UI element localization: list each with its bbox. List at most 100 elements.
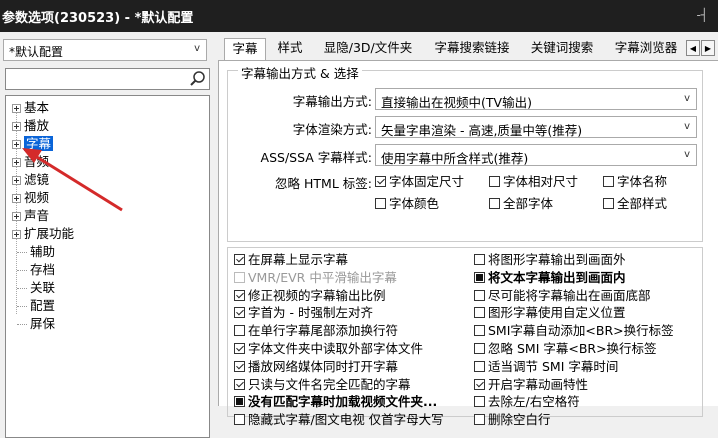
ass-style-select[interactable]: 使用字幕中所含样式(推荐) v [375, 144, 697, 166]
checkbox-box[interactable] [234, 378, 245, 390]
checkbox-label: 图形字幕使用自定义位置 [488, 305, 626, 321]
checkbox-label: 字体相对尺寸 [503, 174, 579, 189]
checkbox-label: SMI字幕自动添加<BR>换行标签 [488, 323, 674, 339]
expand-icon[interactable] [12, 230, 21, 239]
option-checkbox[interactable]: 图形字幕使用自定义位置 [474, 304, 626, 322]
option-checkbox[interactable]: 将图形字幕输出到画面外 [474, 251, 626, 269]
checkbox-box[interactable] [474, 271, 485, 283]
tab-next-button[interactable]: ▶ [701, 40, 715, 56]
option-checkbox[interactable]: 在屏幕上显示字幕 [234, 251, 348, 269]
font-render-select[interactable]: 矢量字串渲染 - 高速,质量中等(推荐) v [375, 116, 697, 138]
tree-connector [17, 252, 27, 253]
option-checkbox[interactable]: 在单行字幕尾部添加换行符 [234, 322, 398, 340]
subtitle-settings-panel: 字幕输出方式 & 选择 字幕输出方式: 直接输出在视频中(TV输出) v 字体渲… [218, 60, 718, 427]
checkbox-label: 全部字体 [503, 196, 554, 211]
checkbox-box[interactable] [375, 176, 386, 187]
output-mode-select[interactable]: 直接输出在视频中(TV输出) v [375, 88, 697, 110]
tab-keyword-search[interactable]: 关键词搜索 [522, 38, 602, 60]
checkbox-box[interactable] [234, 414, 245, 426]
checkbox-box[interactable] [489, 198, 500, 209]
checkbox-box[interactable] [603, 176, 614, 187]
preset-select[interactable]: *默认配置 v [3, 39, 207, 61]
checkbox-box[interactable] [234, 289, 245, 301]
option-checkbox[interactable]: 尽可能将字幕输出在画面底部 [474, 287, 651, 305]
checkbox-box[interactable] [474, 254, 485, 265]
html-ignore-checkbox[interactable]: 字体颜色 [375, 195, 439, 213]
option-checkbox[interactable]: 删除空白行 [474, 411, 551, 429]
tab-prev-button[interactable]: ◀ [686, 40, 700, 56]
checkbox-box[interactable] [234, 307, 245, 319]
checkbox-box[interactable] [474, 343, 485, 354]
option-checkbox[interactable]: 只读与文件名完全匹配的字幕 [234, 376, 411, 394]
option-checkbox[interactable]: 适当调节 SMI 字幕时间 [474, 358, 618, 376]
expand-icon[interactable] [12, 176, 21, 185]
option-checkbox[interactable]: 隐藏式字幕/图文电视 仅首字母大写 [234, 411, 444, 429]
checkbox-box[interactable] [474, 378, 485, 390]
search-input[interactable] [9, 70, 188, 90]
tab-subtitle-search-links[interactable]: 字幕搜索链接 [426, 38, 518, 60]
search-icon[interactable] [189, 70, 207, 88]
option-checkbox[interactable]: 没有匹配字幕时加载视频文件夹... [234, 393, 437, 411]
option-checkbox[interactable]: 开启字幕动画特性 [474, 376, 588, 394]
tab-visibility-3d-folder[interactable]: 显隐/3D/文件夹 [314, 38, 422, 60]
tree-item[interactable]: 滤镜 [12, 171, 49, 189]
checkbox-box[interactable] [474, 289, 485, 301]
tree-item[interactable]: 扩展功能 [12, 225, 74, 243]
html-ignore-checkbox[interactable]: 全部字体 [489, 195, 553, 213]
html-ignore-checkbox[interactable]: 全部样式 [603, 195, 667, 213]
option-checkbox[interactable]: 修正视频的字幕输出比例 [234, 287, 386, 305]
tree-item[interactable]: 声音 [12, 207, 49, 225]
checkbox-box[interactable] [603, 198, 614, 209]
expand-icon[interactable] [12, 212, 21, 221]
option-checkbox[interactable]: 字体文件夹中读取外部字体文件 [234, 340, 423, 358]
tree-item[interactable]: 视频 [12, 189, 49, 207]
options-group: 在屏幕上显示字幕 VMR/EVR 中平滑输出字幕 修正视频的字幕输出比例 字首为 - … [227, 247, 703, 427]
tree-item-label: 存档 [30, 262, 56, 277]
tree-item[interactable]: 配置 [17, 297, 55, 315]
option-checkbox[interactable]: 字首为 - 时强制左对齐 [234, 304, 373, 322]
tree-item[interactable]: 音频 [12, 153, 49, 171]
option-checkbox[interactable]: 忽略 SMI 字幕<BR>换行标签 [474, 340, 657, 358]
tree-item[interactable]: 字幕 [12, 135, 54, 153]
checkbox-box[interactable] [375, 198, 386, 209]
expand-icon[interactable] [12, 122, 21, 131]
tab-subtitle[interactable]: 字幕 [224, 38, 266, 60]
option-checkbox[interactable]: 将文本字幕输出到画面内 [474, 269, 626, 287]
option-checkbox[interactable]: VMR/EVR 中平滑输出字幕 [234, 269, 397, 287]
checkbox-box[interactable] [474, 307, 485, 319]
checkbox-box[interactable] [489, 176, 500, 187]
checkbox-label: 字体文件夹中读取外部字体文件 [248, 341, 424, 356]
option-checkbox[interactable]: SMI字幕自动添加<BR>换行标签 [474, 322, 674, 340]
checkbox-box[interactable] [474, 414, 485, 426]
checkbox-box[interactable] [234, 360, 245, 372]
expand-icon[interactable] [12, 104, 21, 113]
checkbox-label: 字体颜色 [389, 196, 440, 211]
chevron-down-icon: v [194, 43, 200, 54]
expand-icon[interactable] [12, 158, 21, 167]
checkbox-box[interactable] [234, 343, 245, 354]
html-ignore-label: 忽略 HTML 标签: [275, 176, 372, 191]
expand-icon[interactable] [12, 194, 21, 203]
expand-icon[interactable] [12, 140, 21, 149]
tree-item[interactable]: 存档 [17, 261, 55, 279]
checkbox-box[interactable] [474, 360, 485, 372]
tab-subtitle-browser[interactable]: 字幕浏览器 [606, 38, 686, 60]
option-checkbox[interactable]: 去除左/右空格符 [474, 393, 580, 411]
tree-item[interactable]: 辅助 [17, 243, 55, 261]
tree-item[interactable]: 屏保 [17, 315, 55, 333]
checkbox-box[interactable] [234, 325, 245, 337]
tab-style[interactable]: 样式 [270, 38, 310, 60]
checkbox-box[interactable] [234, 271, 245, 283]
pin-icon[interactable]: -┤ [696, 8, 708, 22]
html-ignore-checkbox[interactable]: 字体名称 [603, 173, 667, 191]
checkbox-box[interactable] [474, 325, 485, 337]
ass-style-label: ASS/SSA 字幕样式: [260, 150, 372, 165]
html-ignore-checkbox[interactable]: 字体固定尺寸 [375, 173, 464, 191]
option-checkbox[interactable]: 播放网络媒体同时打开字幕 [234, 358, 398, 376]
tree-item[interactable]: 基本 [12, 99, 49, 117]
tree-item[interactable]: 播放 [12, 117, 49, 135]
tree-item-label: 视频 [24, 190, 50, 205]
html-ignore-checkbox[interactable]: 字体相对尺寸 [489, 173, 578, 191]
tree-item[interactable]: 关联 [17, 279, 55, 297]
checkbox-box[interactable] [234, 254, 245, 265]
